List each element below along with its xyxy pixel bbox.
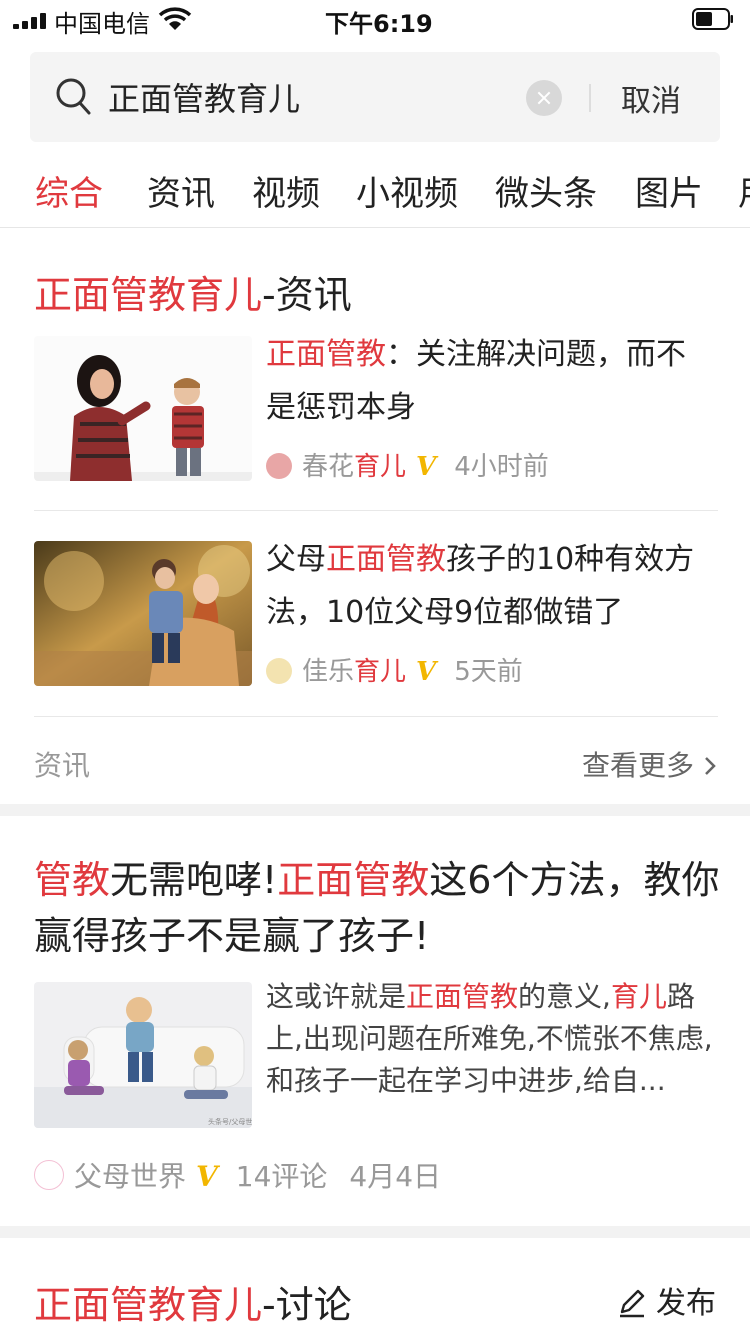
- divider: [34, 716, 718, 717]
- tab-news[interactable]: 资讯: [147, 166, 215, 215]
- source-avatar: [266, 453, 292, 479]
- news-item[interactable]: 父母正面管教孩子的10种有效方法，10位父母9位都做错了 佳乐育儿 V 5天前: [34, 541, 718, 687]
- source-avatar: [266, 658, 292, 684]
- article-date: 4月4日: [349, 1160, 442, 1193]
- status-bar: 中国电信 下午6:19: [0, 0, 750, 40]
- clock: 下午6:19: [325, 10, 433, 38]
- svg-text:头条号/父母世界: 头条号/父母世界: [208, 1117, 252, 1126]
- section-gap: [0, 1226, 750, 1238]
- tab-video[interactable]: 视频: [252, 166, 320, 215]
- news-meta: 春花育儿 V 4小时前: [266, 446, 549, 483]
- article-meta: 父母世界 V 14评论 4月4日: [34, 1155, 441, 1195]
- news-meta: 佳乐育儿 V 5天前: [266, 651, 523, 688]
- divider: [34, 510, 718, 511]
- verified-icon: V: [196, 1160, 218, 1193]
- tab-short-video[interactable]: 小视频: [356, 166, 458, 215]
- chevron-right-icon: [705, 757, 716, 775]
- source-logo: [34, 1160, 64, 1190]
- tab-comprehensive[interactable]: 综合: [35, 166, 103, 215]
- news-thumbnail: [34, 336, 252, 481]
- tab-users[interactable]: 用: [738, 166, 750, 215]
- section-gap: [0, 804, 750, 816]
- news-title: 正面管教：关注解决问题，而不是惩罚本身: [266, 337, 686, 425]
- article-thumbnail: 头条号/父母世界: [34, 982, 252, 1128]
- cancel-button[interactable]: 取消: [621, 76, 681, 120]
- news-time: 5天前: [454, 657, 523, 687]
- news-time: 4小时前: [454, 452, 549, 482]
- search-input[interactable]: 正面管教育儿: [108, 74, 300, 120]
- edit-icon: [620, 1289, 645, 1318]
- see-more-link[interactable]: 查看更多: [582, 744, 718, 784]
- section-label: 资讯: [34, 749, 91, 782]
- clear-icon[interactable]: [526, 80, 562, 116]
- tab-micro-headline[interactable]: 微头条: [495, 166, 597, 215]
- carrier-name: 中国电信: [54, 10, 150, 38]
- news-title: 父母正面管教孩子的10种有效方法，10位父母9位都做错了: [266, 542, 695, 630]
- comment-count: 14评论: [235, 1160, 328, 1193]
- publish-button[interactable]: 发布: [616, 1278, 716, 1322]
- search-divider: [589, 84, 591, 112]
- search-icon: [56, 78, 91, 115]
- news-section-title[interactable]: 正面管教育儿-资讯: [34, 264, 352, 319]
- article-title[interactable]: 管教无需咆哮!正面管教这6个方法，教你赢得孩子不是赢了孩子!: [34, 852, 724, 964]
- article-summary: 这或许就是正面管教的意义,育儿路上,出现问题在所难免,不慌张不焦虑,和孩子一起在…: [266, 980, 713, 1097]
- verified-icon: V: [416, 452, 437, 482]
- discussion-section-title[interactable]: 正面管教育儿-讨论: [34, 1274, 352, 1329]
- wifi-icon: [158, 7, 192, 30]
- category-tabs: 综合 资讯 视频 小视频 微头条 图片 用: [0, 166, 750, 226]
- verified-icon: V: [416, 657, 437, 687]
- article-source: 父母世界: [74, 1160, 187, 1193]
- battery-icon: [692, 8, 733, 30]
- news-item[interactable]: 正面管教：关注解决问题，而不是惩罚本身 春花育儿 V 4小时前: [34, 336, 718, 482]
- news-thumbnail: [34, 541, 252, 686]
- search-bar: 正面管教育儿 取消: [30, 52, 720, 142]
- signal-icon: [13, 13, 47, 29]
- tab-images[interactable]: 图片: [635, 166, 703, 215]
- tabs-divider: [0, 227, 750, 228]
